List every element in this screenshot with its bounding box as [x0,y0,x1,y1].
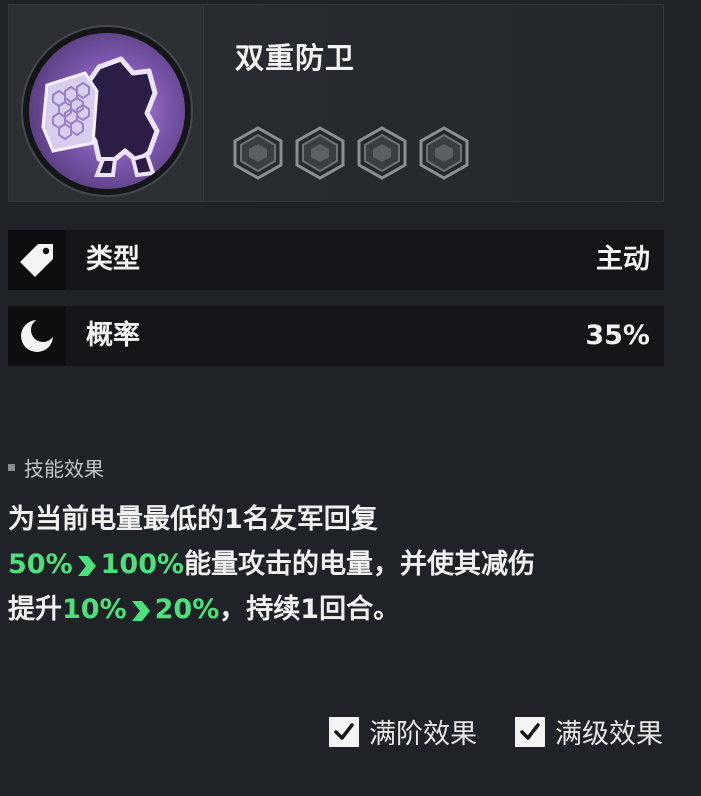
stat-value: 35% [585,320,650,351]
heal-min-value: 50% [8,549,73,580]
checkmark-icon[interactable] [515,716,545,747]
skill-header: 双重防卫 [8,4,664,202]
skill-description: 为当前电量最低的1名友军回复 50% 100%能量攻击的电量，并使其减伤 提升10… [8,497,688,632]
stat-label: 概率 [86,320,140,351]
skill-name: 双重防卫 [235,41,356,75]
upgrade-arrow-icon [77,555,96,576]
effect-section-title: 技能效果 [8,453,104,482]
description-line: 为当前电量最低的1名友军回复 [8,504,378,535]
stat-value: 主动 [596,244,650,275]
level-hexagon-icon [419,126,469,180]
description-line: 提升10% 20%，持续1回合。 [8,594,401,625]
skill-portrait-frame [9,5,204,201]
skill-level-indicator [231,125,471,181]
upgrade-arrow-icon [131,600,150,621]
level-hexagon-icon [233,126,283,180]
stat-row-probability: 概率 35% [8,306,664,366]
moon-icon [8,306,66,366]
max-rank-effect-checkbox[interactable]: 满阶效果 [329,712,477,751]
bullet-icon [8,464,15,471]
max-level-effect-checkbox[interactable]: 满级效果 [515,712,663,751]
shield-robot-icon [29,33,185,189]
checkbox-label: 满阶效果 [369,719,477,750]
reduce-min-value: 10% [62,594,127,625]
description-line: 50% 100%能量攻击的电量，并使其减伤 [8,549,536,580]
skill-portrait [21,25,193,197]
effect-toggles: 满阶效果 满级效果 [329,712,663,751]
level-hexagon-icon [357,126,407,180]
checkmark-icon[interactable] [329,716,359,747]
checkbox-label: 满级效果 [555,719,663,750]
level-hexagon-icon [295,126,345,180]
reduce-max-value: 20% [154,594,220,625]
stat-row-type: 类型 主动 [8,230,664,290]
tag-icon [8,230,66,290]
heal-max-value: 100% [100,549,185,580]
stat-label: 类型 [86,244,140,275]
